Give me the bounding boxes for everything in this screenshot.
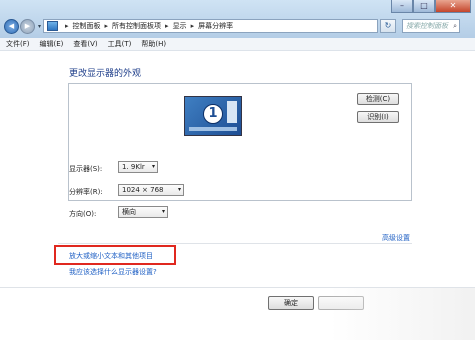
back-button[interactable]: ◀ [4, 18, 19, 34]
monitor-taskbar-graphic [189, 127, 237, 131]
resolution-select[interactable]: 1024 × 768 ▾ [118, 184, 184, 196]
breadcrumb-separator: ▸ [65, 22, 69, 30]
display-label: 显示器(S): [69, 165, 103, 173]
menu-edit[interactable]: 编辑(E) [40, 39, 64, 49]
address-bar[interactable]: ▸ 控制面板 ▸ 所有控制面板项 ▸ 显示 ▸ 屏幕分辨率 [43, 19, 379, 33]
search-input[interactable]: 搜索控制面板 ⌕ [402, 19, 461, 33]
help-display-settings-link[interactable]: 我应该选择什么显示器设置? [69, 267, 157, 277]
menu-file[interactable]: 文件(F) [6, 39, 30, 49]
breadcrumb-item-all-items[interactable]: 所有控制面板项 [112, 21, 161, 31]
chevron-down-icon: ▾ [177, 186, 181, 193]
breadcrumb-item-resolution[interactable]: 屏幕分辨率 [198, 21, 233, 31]
search-placeholder: 搜索控制面板 [406, 22, 449, 30]
menu-bar: 文件(F) 编辑(E) 查看(V) 工具(T) 帮助(H) [0, 38, 475, 51]
menu-help[interactable]: 帮助(H) [141, 39, 166, 49]
page-title: 更改显示器的外观 [69, 69, 142, 79]
monitor-window-graphic [227, 101, 237, 123]
menu-tools[interactable]: 工具(T) [108, 39, 132, 49]
monitor-number-badge: 1 [203, 104, 223, 124]
recent-pages-dropdown-icon[interactable]: ▾ [38, 23, 41, 30]
refresh-button[interactable]: ↻ [380, 19, 397, 33]
orientation-label: 方向(O): [69, 210, 97, 218]
breadcrumb-separator: ▸ [165, 22, 169, 30]
menu-view[interactable]: 查看(V) [73, 39, 97, 49]
search-icon[interactable]: ⌕ [453, 22, 457, 31]
monitor-1-thumbnail[interactable]: 1 [184, 96, 242, 136]
maximize-button[interactable]: □ [413, 0, 435, 13]
breadcrumb-separator: ▸ [104, 22, 109, 30]
section-divider [58, 243, 412, 244]
forward-button[interactable]: ▶ [20, 18, 35, 34]
display-value: 1. 9Klr [122, 163, 145, 171]
breadcrumb-item-display[interactable]: 显示 [173, 21, 187, 31]
chevron-down-icon: ▾ [161, 208, 165, 215]
breadcrumb-item-control-panel[interactable]: 控制面板 [73, 21, 101, 31]
resolution-label: 分辨率(R): [69, 188, 103, 196]
watermark-fade [330, 288, 475, 340]
orientation-value: 横向 [122, 208, 136, 216]
close-button[interactable]: ✕ [435, 0, 471, 13]
control-panel-icon [47, 21, 59, 31]
magnify-text-link[interactable]: 放大或缩小文本和其他项目 [69, 251, 153, 261]
minimize-button[interactable]: – [391, 0, 413, 13]
window-titlebar: – □ ✕ ◀ ▶ ▾ ▸ 控制面板 ▸ 所有控制面板项 ▸ 显示 ▸ 屏幕分辨… [0, 0, 475, 38]
advanced-settings-link[interactable]: 高级设置 [382, 233, 410, 243]
orientation-select[interactable]: 横向 ▾ [118, 206, 168, 218]
resolution-value: 1024 × 768 [122, 186, 164, 194]
identify-button[interactable]: 识别(I) [357, 111, 399, 123]
ok-button[interactable]: 确定 [268, 296, 314, 310]
display-select[interactable]: 1. 9Klr ▾ [118, 161, 158, 173]
window-controls: – □ ✕ [391, 0, 471, 13]
chevron-down-icon: ▾ [151, 163, 155, 170]
navigation-bar: ◀ ▶ ▾ ▸ 控制面板 ▸ 所有控制面板项 ▸ 显示 ▸ 屏幕分辨率 ↻ 搜索… [4, 18, 471, 34]
detect-button[interactable]: 检测(C) [357, 93, 399, 105]
breadcrumb-separator: ▸ [190, 22, 195, 30]
